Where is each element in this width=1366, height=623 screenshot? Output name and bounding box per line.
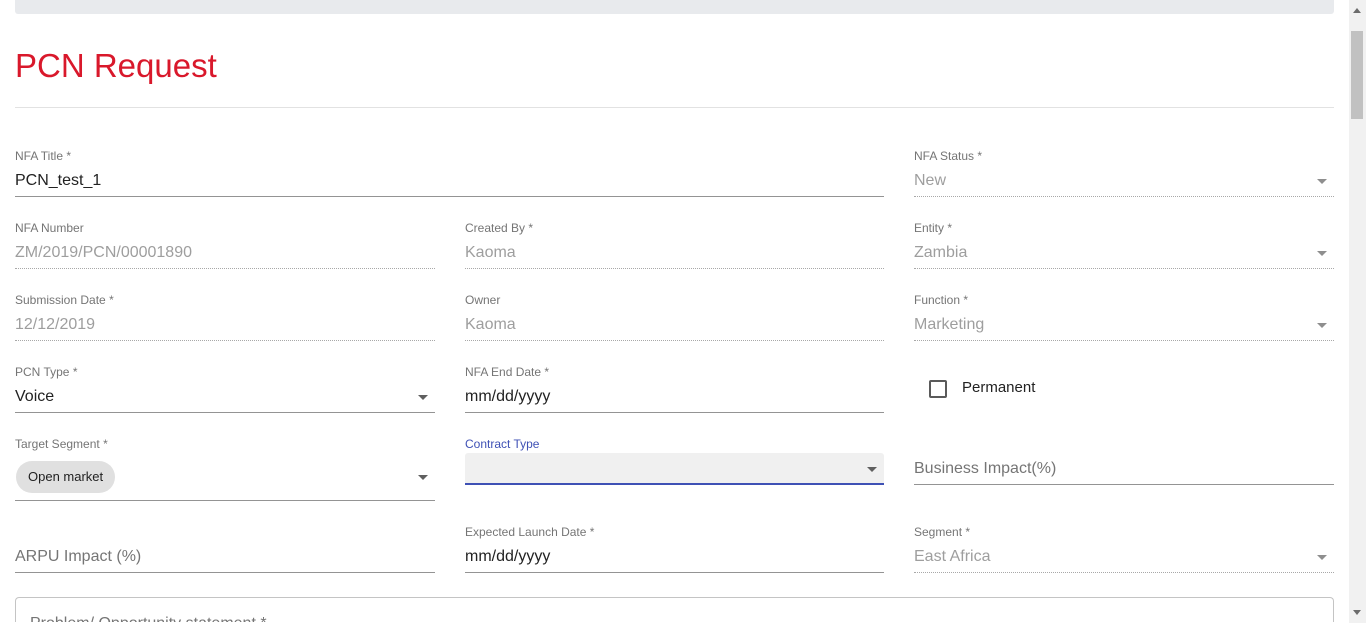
chevron-down-icon: [1317, 251, 1327, 256]
contract-type-fill: [465, 453, 884, 485]
created-by-label: Created By *: [465, 221, 534, 235]
owner-value: Kaoma: [465, 316, 516, 333]
expected-launch-date-label: Expected Launch Date *: [465, 525, 595, 539]
chevron-down-icon: [867, 467, 877, 472]
top-bar: [15, 0, 1334, 14]
nfa-end-date-label: NFA End Date *: [465, 365, 550, 379]
pcn-type-underline: [15, 412, 435, 413]
permanent-label: Permanent: [962, 379, 1036, 396]
entity-value: Zambia: [914, 244, 968, 261]
created-by-value: Kaoma: [465, 244, 516, 261]
expected-launch-date-input[interactable]: Expected Launch Date * mm/dd/yyyy: [465, 525, 884, 573]
arpu-impact-placeholder: ARPU Impact (%): [15, 548, 142, 565]
nfa-end-date-value: mm/dd/yyyy: [465, 388, 551, 405]
segment-select[interactable]: Segment * East Africa: [914, 525, 1334, 573]
nfa-title-field[interactable]: NFA Title * PCN_test_1: [15, 149, 884, 197]
nfa-status-select[interactable]: NFA Status * New: [914, 149, 1334, 197]
chevron-down-icon: [418, 475, 428, 480]
entity-select[interactable]: Entity * Zambia: [914, 221, 1334, 269]
nfa-end-date-input[interactable]: NFA End Date * mm/dd/yyyy: [465, 365, 884, 413]
contract-type-label: Contract Type: [465, 437, 540, 451]
expected-launch-date-underline: [465, 572, 884, 573]
submission-date-label: Submission Date *: [15, 293, 114, 307]
arpu-impact-input[interactable]: ARPU Impact (%): [15, 525, 435, 573]
nfa-number-label: NFA Number: [15, 221, 84, 235]
permanent-checkbox[interactable]: [929, 380, 947, 398]
expected-launch-date-value: mm/dd/yyyy: [465, 548, 551, 565]
nfa-title-value: PCN_test_1: [15, 172, 102, 189]
business-impact-underline: [914, 484, 1334, 485]
nfa-number-field[interactable]: NFA Number ZM/2019/PCN/00001890: [15, 221, 435, 269]
problem-statement-textarea[interactable]: Problem/ Opportunity statement *: [15, 597, 1334, 622]
function-underline: [914, 340, 1334, 341]
target-segment-select[interactable]: Target Segment * Open market: [15, 437, 435, 501]
scroll-down-icon[interactable]: [1353, 610, 1361, 615]
created-by-underline: [465, 268, 884, 269]
function-select[interactable]: Function * Marketing: [914, 293, 1334, 341]
segment-label: Segment *: [914, 525, 971, 539]
nfa-number-value: ZM/2019/PCN/00001890: [15, 244, 192, 261]
target-segment-underline: [15, 500, 435, 501]
problem-statement-label: Problem/ Opportunity statement *: [30, 614, 267, 622]
nfa-status-value: New: [914, 172, 947, 189]
chevron-down-icon: [1317, 555, 1327, 560]
vertical-scrollbar[interactable]: [1349, 0, 1366, 623]
title-divider: [15, 107, 1334, 108]
nfa-number-underline: [15, 268, 435, 269]
chevron-down-icon: [1317, 323, 1327, 328]
nfa-end-date-underline: [465, 412, 884, 413]
open-market-chip[interactable]: Open market: [16, 461, 116, 493]
page-title: PCN Request: [15, 47, 217, 84]
owner-label: Owner: [465, 293, 501, 307]
owner-underline: [465, 340, 884, 341]
scroll-up-icon[interactable]: [1353, 8, 1361, 13]
business-impact-placeholder: Business Impact(%): [914, 460, 1057, 477]
nfa-title-underline: [15, 196, 884, 197]
pcn-type-label: PCN Type *: [15, 365, 78, 379]
submission-date-field[interactable]: Submission Date * 12/12/2019: [15, 293, 435, 341]
entity-label: Entity *: [914, 221, 953, 235]
segment-value: East Africa: [914, 548, 991, 565]
segment-underline: [914, 572, 1334, 573]
chevron-down-icon: [1317, 179, 1327, 184]
nfa-status-underline: [914, 196, 1334, 197]
nfa-status-label: NFA Status *: [914, 149, 983, 163]
target-segment-label: Target Segment *: [15, 437, 108, 451]
scroll-thumb[interactable]: [1351, 31, 1363, 119]
function-value: Marketing: [914, 316, 985, 333]
pcn-type-select[interactable]: PCN Type * Voice: [15, 365, 435, 413]
created-by-field[interactable]: Created By * Kaoma: [465, 221, 884, 269]
nfa-title-label: NFA Title *: [15, 149, 72, 163]
submission-date-underline: [15, 340, 435, 341]
entity-underline: [914, 268, 1334, 269]
submission-date-value: 12/12/2019: [15, 316, 96, 333]
owner-field[interactable]: Owner Kaoma: [465, 293, 884, 341]
function-label: Function *: [914, 293, 969, 307]
pcn-type-value: Voice: [15, 388, 55, 405]
contract-type-underline: [465, 483, 884, 485]
business-impact-input[interactable]: Business Impact(%): [914, 437, 1334, 485]
arpu-impact-underline: [15, 572, 435, 573]
chevron-down-icon: [418, 395, 428, 400]
contract-type-select[interactable]: Contract Type: [465, 437, 884, 485]
